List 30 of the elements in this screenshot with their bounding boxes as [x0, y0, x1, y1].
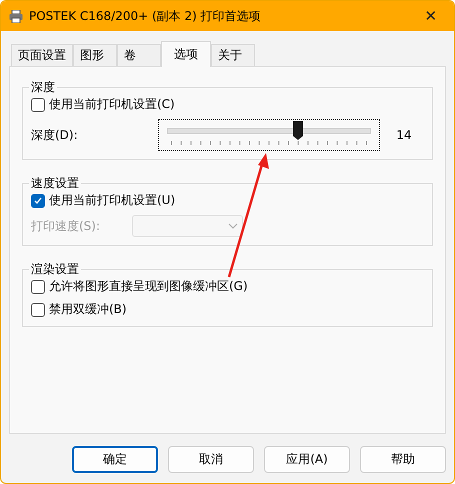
- chevron-down-icon: [228, 223, 238, 229]
- dialog-button[interactable]: 取消: [168, 446, 254, 473]
- checkbox[interactable]: [31, 302, 45, 316]
- close-button[interactable]: ✕: [416, 2, 446, 30]
- select-label: 打印速度(S):: [31, 218, 100, 234]
- checkbox[interactable]: [31, 194, 45, 208]
- tab[interactable]: 关于: [211, 44, 255, 66]
- printer-icon: [9, 10, 23, 22]
- slider-label: 深度(D):: [31, 126, 78, 144]
- tab[interactable]: 卷: [117, 44, 161, 66]
- checkbox-label[interactable]: 使用当前打印机设置(U): [49, 192, 176, 209]
- checkbox-label[interactable]: 使用当前打印机设置(C): [49, 96, 175, 113]
- dialog-button[interactable]: 帮助: [360, 446, 446, 473]
- checkbox-label[interactable]: 禁用双缓冲(B): [49, 301, 127, 318]
- tab[interactable]: 图形: [73, 44, 117, 66]
- tab[interactable]: 页面设置: [11, 44, 73, 66]
- tab[interactable]: 选项: [161, 41, 211, 67]
- checkbox[interactable]: [31, 98, 45, 112]
- checkmark-icon: [34, 196, 42, 204]
- group-title: 深度: [30, 79, 56, 96]
- dialog-button[interactable]: 应用(A): [264, 446, 350, 473]
- slider-value: 14: [395, 128, 413, 142]
- slider-thumb[interactable]: [293, 121, 304, 141]
- checkbox[interactable]: [31, 280, 45, 294]
- depth-slider[interactable]: [158, 119, 380, 151]
- window-title: POSTEK C168/200+ (副本 2) 打印首选项: [29, 8, 262, 24]
- checkbox-label[interactable]: 允许将图形直接呈现到图像缓冲区(G): [49, 278, 248, 295]
- dialog-button[interactable]: 确定: [72, 446, 158, 473]
- group-title: 速度设置: [30, 175, 80, 192]
- group-title: 渲染设置: [30, 261, 80, 278]
